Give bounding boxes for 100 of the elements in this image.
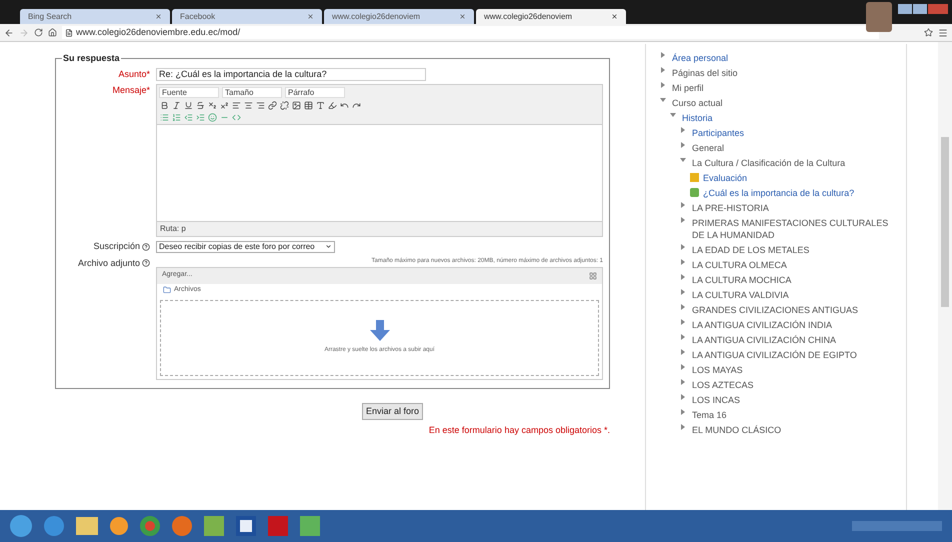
navigation-link[interactable]: LA CULTURA OLMECA [692, 258, 787, 270]
word-taskbar-icon[interactable] [236, 516, 256, 536]
tab-title: Bing Search [28, 10, 72, 22]
navigation-link[interactable]: Evaluación [703, 172, 748, 184]
required-fields-note: En este formulario hay campos obligatorios *. [428, 424, 610, 437]
tab-title: www.colegio26denoviem [332, 10, 420, 22]
fieldset-legend: Su respuesta [62, 52, 121, 66]
firefox-taskbar-icon[interactable] [172, 516, 192, 536]
browser-tab[interactable]: Facebook [172, 9, 322, 24]
navigation-link[interactable]: General [692, 142, 724, 154]
navigation-link[interactable]: LA CULTURA VALDIVIA [692, 288, 789, 300]
chrome-taskbar-icon[interactable] [140, 516, 160, 536]
media-player-taskbar-icon[interactable] [110, 517, 128, 535]
align-left-icon[interactable] [232, 101, 241, 110]
home-icon[interactable] [48, 28, 57, 37]
indent-icon[interactable] [196, 113, 205, 122]
menu-icon[interactable] [938, 28, 948, 38]
browser-tab[interactable]: www.colegio26denoviem [324, 9, 474, 24]
navigation-link[interactable]: PRIMERAS MANIFESTACIONES CULTURALES DE LA HUMANIDAD [692, 216, 900, 240]
editor-dropdown[interactable]: Tamaño [222, 87, 282, 98]
subscript-icon[interactable] [208, 101, 217, 110]
navigation-link[interactable]: ¿Cuál es la importancia de la cultura? [703, 186, 854, 198]
code-icon[interactable] [232, 113, 241, 122]
highlight-icon[interactable] [328, 101, 337, 110]
navigation-link[interactable]: LA ANTIGUA CIVILIZACIÓN CHINA [692, 334, 836, 346]
navigation-link[interactable]: La Cultura / Clasificación de la Cultura [692, 156, 846, 168]
navigation-link[interactable]: Páginas del sitio [672, 66, 738, 78]
navigation-link[interactable]: EL MUNDO CLÁSICO [692, 424, 782, 436]
bookmark-star-icon[interactable] [924, 28, 933, 37]
back-icon[interactable] [4, 28, 14, 38]
view-icon[interactable] [589, 272, 597, 280]
subject-input[interactable]: Re: ¿Cuál es la importancia de la cultura? [156, 68, 426, 81]
align-center-icon[interactable] [244, 101, 253, 110]
numbered-list-icon[interactable] [172, 113, 181, 122]
forum-icon [690, 188, 699, 196]
subscription-select[interactable]: Deseo recibir copias de este foro por correo [156, 240, 335, 253]
table-icon[interactable] [304, 101, 313, 110]
navigation-link[interactable]: Tema 16 [692, 408, 727, 420]
editor-path: Ruta: p [159, 223, 187, 235]
down-arrow-icon [368, 320, 390, 342]
link-icon[interactable] [268, 101, 277, 110]
undo-icon[interactable] [340, 101, 349, 110]
navigation-link[interactable]: LOS INCAS [692, 394, 740, 406]
reload-icon[interactable] [34, 28, 43, 37]
align-right-icon[interactable] [256, 101, 265, 110]
strikethrough-icon[interactable] [196, 101, 205, 110]
close-icon[interactable] [459, 13, 466, 20]
navigation-link[interactable]: LA PRE-HISTORIA [692, 202, 769, 214]
superscript-icon[interactable] [220, 101, 229, 110]
page-icon [65, 28, 73, 36]
close-icon[interactable] [155, 13, 162, 20]
unlink-icon[interactable] [280, 101, 289, 110]
navigation-link[interactable]: LA CULTURA MOCHICA [692, 274, 792, 286]
scrollbar-thumb[interactable] [941, 137, 949, 307]
navigation-link[interactable]: LA ANTIGUA CIVILIZACIÓN INDIA [692, 318, 832, 330]
navigation-link[interactable]: Participantes [692, 126, 744, 138]
profile-photo-placeholder [866, 2, 892, 32]
url-text: www.colegio26denoviembre.edu.ec/mod/ [76, 26, 240, 39]
navigation-link[interactable]: LA EDAD DE LOS METALES [692, 244, 810, 256]
folder-icon [163, 286, 171, 294]
field-label: Asunto* [117, 68, 150, 80]
browser-tab[interactable]: Bing Search [20, 9, 170, 24]
submit-button[interactable]: Enviar al foro [362, 402, 424, 420]
tab-title: www.colegio26denoviem [484, 10, 572, 22]
bullet-list-icon[interactable] [160, 113, 169, 122]
expanded-arrow-icon[interactable] [660, 96, 668, 102]
browser-taskbar-icon[interactable] [44, 516, 64, 536]
navigation-link[interactable]: LA ANTIGUA CIVILIZACIÓN DE EGIPTO [692, 348, 857, 360]
navigation-link[interactable]: GRANDES CIVILIZACIONES ANTIGUAS [692, 304, 858, 316]
tab-title: Facebook [180, 10, 216, 22]
navigation-link[interactable]: Historia [682, 112, 713, 124]
quiz-icon [690, 172, 699, 182]
browser-tab[interactable]: www.colegio26denoviem [476, 9, 626, 24]
redo-icon[interactable] [352, 101, 361, 110]
editor-dropdown[interactable]: Párrafo [285, 87, 345, 98]
help-icon[interactable] [142, 259, 150, 268]
close-icon[interactable] [611, 13, 618, 20]
address-bar[interactable]: www.colegio26denoviembre.edu.ec/mod/ [62, 26, 879, 39]
navigation-link[interactable]: Curso actual [672, 96, 723, 108]
italic-icon[interactable] [172, 101, 181, 110]
field-label: Suscripción [62, 240, 150, 254]
editor-dropdown[interactable]: Fuente [159, 87, 219, 98]
image-icon[interactable] [292, 101, 301, 110]
navigation-link[interactable]: Mi perfil [672, 82, 704, 94]
smiley-icon[interactable] [208, 113, 217, 122]
dropdown-caret-icon [324, 243, 332, 250]
bold-icon[interactable] [160, 101, 169, 110]
navigation-link[interactable]: LOS AZTECAS [692, 378, 754, 390]
expanded-arrow-icon[interactable] [680, 156, 688, 162]
help-icon[interactable] [142, 242, 150, 251]
close-icon[interactable] [307, 13, 314, 20]
expanded-arrow-icon[interactable] [670, 112, 678, 118]
field-label: Mensaje* [111, 84, 150, 97]
field-label: Archivo adjunto [62, 256, 150, 270]
text-color-icon[interactable] [316, 101, 325, 110]
underline-icon[interactable] [184, 101, 193, 110]
navigation-link[interactable]: LOS MAYAS [692, 364, 743, 376]
start-button[interactable] [10, 515, 32, 537]
outdent-icon[interactable] [184, 113, 193, 122]
navigation-link[interactable]: Área personal [672, 52, 728, 64]
